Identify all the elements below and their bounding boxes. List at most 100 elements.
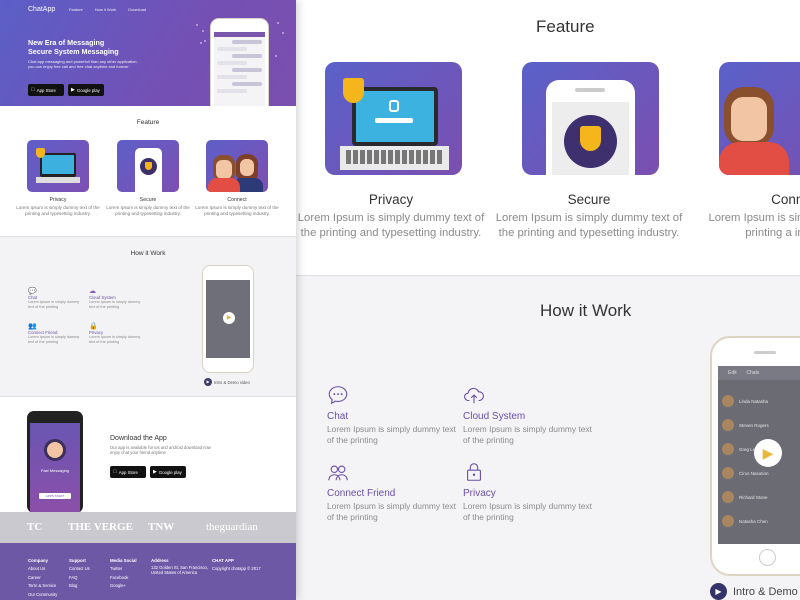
google-play-label: Google play [76, 87, 100, 93]
intro-demo-label: Intro & Demo video [214, 379, 250, 385]
how-item-desc: Lorem Ipsum is simply dummy text of the … [28, 335, 80, 344]
how-item-desc: Lorem Ipsum is simply dummy text of the … [327, 424, 456, 445]
footer-heading: Address [151, 558, 169, 563]
contact-name: Steven Rogers [739, 422, 769, 428]
feature-card-desc: Lorem Ipsum is simply dummy text of the … [495, 212, 683, 239]
how-item-title: Chat [327, 411, 349, 422]
press-logo-tnw: TNW [148, 521, 175, 533]
footer-link[interactable]: Contact Us [69, 565, 90, 573]
feature-card-connect: Connect Lorem Ipsum is simply dummy text… [195, 140, 279, 216]
how-title: How it Work [130, 250, 166, 257]
feature-card-title: Privacy [49, 197, 67, 203]
how-item-privacy: Privacy Lorem Ipsum is simply dummy text… [463, 461, 593, 523]
nav-feature[interactable]: Feature [69, 7, 83, 12]
address-line-2: United States of America [151, 570, 198, 576]
press-logo-guardian: theguardian [206, 521, 258, 533]
footer-link[interactable]: Career [28, 574, 57, 582]
footer-brand: CHAT APP Copyright chatapp © 2017 [212, 557, 261, 574]
footer-social: Media Social Twitter Facebook Google+ [110, 557, 137, 591]
footer-link[interactable]: About Us [28, 565, 57, 573]
footer-link[interactable]: FAQ [69, 574, 90, 582]
app-store-label: App Store [33, 87, 56, 93]
download-desc: Our app is available for ios and android… [110, 445, 211, 455]
phone-start-button: APPS START [39, 493, 71, 499]
footer-link[interactable]: Term & Service [28, 582, 57, 590]
how-item-title: Connect Friend [327, 488, 396, 499]
feature-card-title: Secure [139, 197, 157, 203]
footer-link[interactable]: Twitter [110, 565, 137, 573]
play-icon: ▶ [710, 583, 727, 600]
hero-section: ChatApp Feature How it Work Download New… [0, 0, 296, 106]
download-section: Fast Messaging APPS START Download the A… [0, 396, 296, 513]
headline-line-2: Secure System Messaging [28, 47, 119, 56]
feature-card-title: Secure [567, 192, 611, 207]
phone-edit-label: Edit [728, 370, 737, 376]
laptop-shield-illustration [325, 62, 462, 175]
zoom-detail: Feature Privacy Lorem Ipsum is simply du… [296, 0, 800, 600]
play-video-button[interactable]: ▶ [223, 312, 235, 324]
friends-icon: 👥 [28, 323, 37, 330]
how-item-chat: 💬 Chat Lorem Ipsum is simply dummy text … [28, 287, 86, 309]
app-store-button[interactable]: App Store [110, 466, 146, 478]
footer-link[interactable]: Facebook [110, 574, 137, 582]
how-item-cloud: ☁ Cloud System Lorem Ipsum is simply dum… [89, 287, 147, 309]
feature-card-privacy: Privacy Lorem Ipsum is simply dummy text… [16, 140, 100, 216]
footer-link[interactable]: Google+ [110, 582, 137, 590]
contact-name: Richard Stone [739, 494, 768, 500]
hero-headline: New Era of Messaging Secure System Messa… [28, 38, 148, 56]
hero-description: Chat app messaging and powerfull than an… [28, 59, 138, 70]
download-title: Download the App [110, 435, 167, 442]
feature-card-secure: Secure Lorem Ipsum is simply dummy text … [106, 140, 190, 216]
chat-row: Steven Rogers [718, 416, 800, 434]
lock-icon: 🔒 [89, 323, 98, 330]
how-item-desc: Lorem Ipsum is simply dummy text of the … [89, 300, 141, 309]
how-phone-mockup: ▶ [202, 265, 254, 373]
how-item-title: Privacy [463, 488, 496, 499]
play-store-icon: ▶ [153, 469, 157, 475]
how-item-connect-friend: Connect Friend Lorem Ipsum is simply dum… [327, 461, 457, 523]
feature-card-desc: Lorem Ipsum is simply dummy text of the … [297, 212, 485, 239]
chat-row: Cirus Nasution [718, 464, 800, 482]
google-play-button[interactable]: ▶ Google play [150, 466, 186, 478]
footer-heading: Support [69, 558, 86, 563]
how-item-connect-friend: 👥 Connect Friend Lorem Ipsum is simply d… [28, 322, 86, 344]
footer-link[interactable]: Blog [69, 582, 90, 590]
chat-icon [328, 386, 348, 405]
google-play-button[interactable]: ▶ Google play [68, 84, 104, 96]
press-logo-verge: THE VERGE [68, 521, 133, 533]
app-store-button[interactable]: App Store [28, 84, 64, 96]
chat-row: Richard Stone [718, 488, 800, 506]
how-item-desc: Lorem Ipsum is simply dummy text of the … [327, 501, 456, 522]
logo[interactable]: ChatApp [28, 6, 55, 13]
intro-demo-link[interactable]: ▶ Intro & Demo video [204, 378, 250, 386]
feature-card-title: Connect [227, 197, 247, 203]
play-icon: ▶ [204, 378, 212, 386]
footer-address: Address 132 Golden St, San Francisco, Un… [151, 557, 208, 575]
play-video-button[interactable]: ▶ [754, 439, 782, 467]
phone-shield-illustration [522, 62, 659, 175]
chat-icon: 💬 [28, 288, 37, 295]
feature-card-desc: Lorem Ipsum is simply dummy text of the … [106, 205, 190, 216]
friends-icon [328, 465, 348, 481]
app-store-label: App Store [115, 469, 138, 475]
cloud-icon: ☁ [89, 288, 96, 295]
google-play-label: Google play [158, 469, 182, 475]
nav-download[interactable]: Download [128, 7, 146, 12]
copyright: Copyright chatapp © 2017 [212, 566, 261, 572]
feature-card-desc: Lorem Ipsum is simply dummy text of the … [195, 205, 279, 216]
phone-title: Chats [746, 370, 760, 376]
how-item-desc: Lorem Ipsum is simply dummy text of the … [463, 424, 592, 445]
page-preview: ChatApp Feature How it Work Download New… [0, 0, 296, 600]
how-item-privacy: 🔒 Privacy Lorem Ipsum is simply dummy te… [89, 322, 147, 344]
how-item-desc: Lorem Ipsum is simply dummy text of the … [89, 335, 141, 344]
feature-card-title: Conne [771, 192, 800, 207]
contact-name: Linda Natasha [739, 398, 769, 404]
intro-demo-link[interactable]: ▶ Intro & Demo v [710, 583, 800, 600]
people-illustration [206, 140, 268, 192]
phone-home-button [759, 549, 776, 566]
footer-link[interactable]: Our Community [28, 591, 57, 599]
footer-heading: Media Social [110, 558, 137, 563]
nav-how-it-work[interactable]: How it Work [95, 7, 116, 12]
contact-name: Natasha Chen [739, 518, 768, 524]
phone-speaker [754, 351, 776, 354]
